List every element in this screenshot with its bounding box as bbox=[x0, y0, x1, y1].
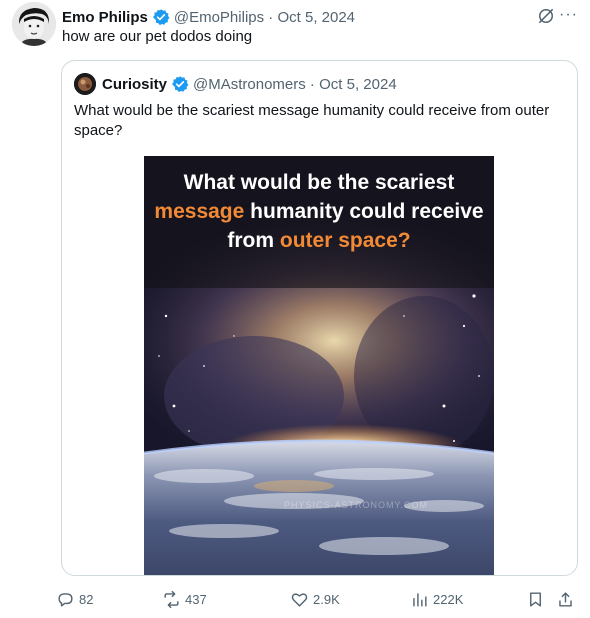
reply-button[interactable]: 82 bbox=[56, 590, 93, 609]
bookmark-button[interactable] bbox=[526, 590, 549, 609]
tweet-text: how are our pet dodos doing bbox=[62, 28, 253, 45]
like-count: 2.9K bbox=[313, 591, 340, 607]
action-bar: 82 437 2.9K 222K bbox=[56, 586, 578, 612]
avatar-image bbox=[12, 2, 56, 46]
repost-icon bbox=[164, 590, 179, 608]
quoted-tweet-image[interactable]: What would be the scariest message human… bbox=[144, 156, 494, 575]
separator-dot: · bbox=[305, 75, 320, 93]
avatar[interactable] bbox=[12, 2, 56, 46]
reply-count: 82 bbox=[79, 591, 94, 607]
tweet-header: Emo Philips @EmoPhilips · Oct 5, 2024 bbox=[62, 6, 580, 28]
share-icon bbox=[559, 591, 572, 607]
quoted-avatar bbox=[74, 73, 96, 95]
image-caption: What would be the scariest message human… bbox=[154, 168, 484, 255]
quoted-author-name: Curiosity bbox=[102, 75, 168, 93]
caption-part: What would be the scariest bbox=[183, 171, 455, 194]
quoted-tweet-header: Curiosity @MAstronomers · Oct 5, 2024 bbox=[74, 73, 397, 95]
tweet-date[interactable]: Oct 5, 2024 bbox=[277, 9, 355, 26]
image-watermark: PHYSICS-ASTRONOMY.COM bbox=[284, 500, 428, 510]
grok-icon[interactable] bbox=[536, 6, 556, 26]
more-options-icon[interactable]: ··· bbox=[559, 6, 578, 24]
quoted-author-handle: @MAstronomers bbox=[193, 75, 306, 93]
views-chart-icon bbox=[413, 592, 427, 607]
share-button[interactable] bbox=[556, 590, 579, 609]
quoted-tweet-text: What would be the scariest message human… bbox=[74, 102, 550, 139]
repost-count: 437 bbox=[185, 591, 207, 607]
caption-highlight: message bbox=[154, 200, 245, 223]
quoted-tweet-date: Oct 5, 2024 bbox=[319, 75, 397, 93]
views-count: 222K bbox=[433, 591, 464, 607]
separator-dot: · bbox=[264, 8, 278, 26]
bookmark-icon bbox=[530, 591, 541, 607]
quoted-avatar-image bbox=[74, 73, 96, 95]
verified-badge-icon bbox=[152, 9, 170, 26]
views-button[interactable]: 222K bbox=[410, 590, 463, 609]
repost-button[interactable]: 437 bbox=[162, 590, 207, 609]
heart-icon bbox=[291, 592, 308, 607]
quoted-tweet[interactable]: Curiosity @MAstronomers · Oct 5, 2024 Wh… bbox=[61, 60, 578, 576]
like-button[interactable]: 2.9K bbox=[290, 590, 340, 609]
caption-highlight: outer space? bbox=[279, 229, 411, 252]
author-handle[interactable]: @EmoPhilips bbox=[174, 9, 264, 26]
reply-icon bbox=[58, 592, 73, 607]
author-name[interactable]: Emo Philips bbox=[62, 9, 148, 26]
verified-badge-icon bbox=[171, 76, 189, 93]
